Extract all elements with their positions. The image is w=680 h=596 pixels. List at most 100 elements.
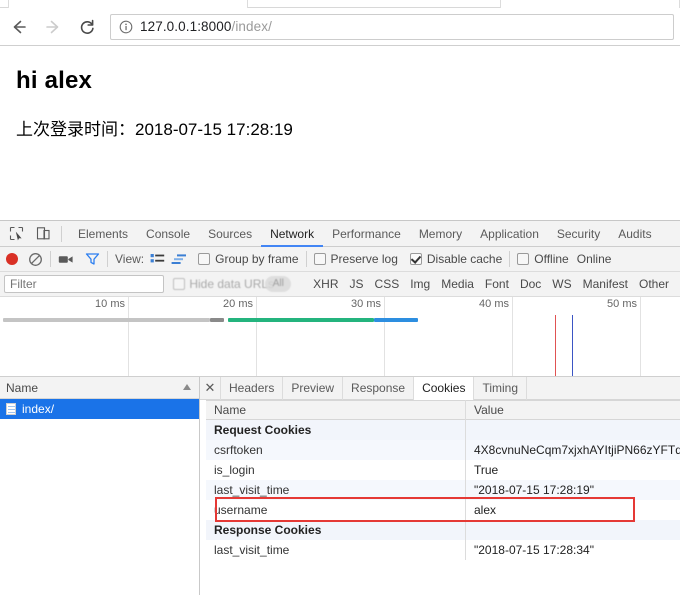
inspect-element-icon <box>9 226 23 241</box>
filter-type-manifest[interactable]: Manifest <box>583 277 628 291</box>
browser-toolbar: 127.0.0.1:8000/index/ <box>0 8 680 46</box>
overview-bar-content-download <box>228 318 374 322</box>
filter-type-ws[interactable]: WS <box>552 277 571 291</box>
reload-icon <box>80 19 94 34</box>
detail-tab-timing[interactable]: Timing <box>473 376 528 400</box>
filter-type-doc[interactable]: Doc <box>520 277 541 291</box>
online-throttle-select[interactable]: Online <box>577 252 612 266</box>
overview-tick-30ms: 30 ms <box>351 297 385 376</box>
overview-tick-50ms: 50 ms <box>607 297 641 376</box>
view-label: View: <box>115 252 145 266</box>
tab-elements[interactable]: Elements <box>69 221 137 247</box>
request-row-index[interactable]: index/ <box>0 399 199 419</box>
forward-button[interactable] <box>38 12 68 42</box>
overview-bar-stalled <box>3 318 210 322</box>
address-bar[interactable]: 127.0.0.1:8000/index/ <box>110 13 674 40</box>
all-filter-button[interactable]: All <box>265 275 292 292</box>
url-path: /index/ <box>231 19 272 34</box>
column-header-name: Name <box>6 380 39 395</box>
table-row[interactable]: last_visit_time "2018-07-15 17:28:34" <box>206 540 680 560</box>
tab-audits[interactable]: Audits <box>609 221 660 247</box>
filter-type-font[interactable]: Font <box>485 277 509 291</box>
tab-performance[interactable]: Performance <box>323 221 410 247</box>
back-button[interactable] <box>4 12 34 42</box>
clear-button[interactable] <box>28 247 43 272</box>
disable-cache-checkbox[interactable]: Disable cache <box>409 247 503 272</box>
detail-tab-preview[interactable]: Preview <box>282 376 342 400</box>
offline-checkbox[interactable]: Offline <box>517 247 569 272</box>
screenshot-root: 127.0.0.1:8000/index/ hi alex 上次登录时间：201… <box>0 0 680 596</box>
cookie-name: Request Cookies <box>206 420 466 440</box>
request-list-header[interactable]: Name <box>0 377 199 399</box>
tab-memory[interactable]: Memory <box>410 221 471 247</box>
filter-type-js[interactable]: JS <box>350 277 364 291</box>
address-bar-text[interactable]: 127.0.0.1:8000/index/ <box>140 19 272 34</box>
cookies-table-header: Name Value <box>206 400 680 420</box>
tab-security[interactable]: Security <box>548 221 609 247</box>
detail-tab-cookies[interactable]: Cookies <box>413 376 474 400</box>
table-row-last-visit-time-request[interactable]: last_visit_time "2018-07-15 17:28:19" <box>206 480 680 500</box>
last-login-text: 上次登录时间：2018-07-15 17:28:19 <box>16 120 293 139</box>
table-row[interactable]: Request Cookies <box>206 420 680 440</box>
filter-input[interactable] <box>4 275 164 293</box>
filter-type-xhr[interactable]: XHR <box>313 277 338 291</box>
cookies-col-name[interactable]: Name <box>206 400 466 420</box>
filter-type-media[interactable]: Media <box>441 277 474 291</box>
filter-type-other[interactable]: Other <box>639 277 669 291</box>
table-row[interactable]: username alex <box>206 500 680 520</box>
browser-tab-ghost-2[interactable] <box>500 0 680 8</box>
filter-type-css[interactable]: CSS <box>375 277 400 291</box>
network-panes: Name index/ ✕ Headers Preview Response C… <box>0 376 680 595</box>
toolbar-divider <box>61 225 62 242</box>
network-overview-timeline[interactable]: 10 ms 20 ms 30 ms 40 ms 50 ms <box>0 297 680 377</box>
group-by-frame-box <box>198 253 211 265</box>
hide-data-urls-label: Hide data URLs <box>189 276 275 291</box>
tab-console[interactable]: Console <box>137 221 199 247</box>
detail-tab-headers[interactable]: Headers <box>220 376 282 400</box>
disable-cache-label: Disable cache <box>426 252 503 266</box>
request-row-label: index/ <box>22 402 55 416</box>
tab-sources[interactable]: Sources <box>199 221 261 247</box>
filter-type-img[interactable]: Img <box>410 277 430 291</box>
sort-ascending-icon[interactable] <box>183 384 191 390</box>
detail-tab-response[interactable]: Response <box>342 376 413 400</box>
info-circle-icon[interactable] <box>119 20 133 34</box>
table-row[interactable]: csrftoken 4X8cvnuNeCqm7xjxhAYItjiPN66zYF… <box>206 440 680 460</box>
cookie-value: 4X8cvnuNeCqm7xjxhAYItjiPN66zYFTq1E <box>474 443 680 457</box>
table-row[interactable]: is_login True <box>206 460 680 480</box>
tab-application[interactable]: Application <box>471 221 548 247</box>
cookies-col-value[interactable]: Value <box>466 400 680 420</box>
view-waterfall-button[interactable] <box>171 247 188 272</box>
camera-icon <box>58 255 73 263</box>
waterfall-view-icon <box>171 253 187 264</box>
table-row[interactable]: Response Cookies <box>206 520 680 540</box>
cookie-name: is_login <box>206 460 466 480</box>
hide-data-urls-control[interactable]: Hide data URLs All <box>173 272 313 297</box>
page-viewport: hi alex 上次登录时间：2018-07-15 17:28:19 <box>0 47 680 220</box>
clear-network-log-icon <box>29 252 42 266</box>
inspect-element-button[interactable] <box>5 224 27 244</box>
group-by-frame-checkbox[interactable]: Group by frame <box>198 247 299 272</box>
close-icon[interactable]: ✕ <box>200 380 220 396</box>
cookies-table: Name Value Request Cookies csrftoken 4X8… <box>206 400 680 595</box>
device-toolbar-button[interactable] <box>32 224 54 244</box>
browser-tab-ghost[interactable] <box>8 0 248 8</box>
tab-network[interactable]: Network <box>261 221 323 247</box>
record-stop-icon <box>6 253 18 265</box>
cookie-name: username <box>206 500 466 520</box>
record-button[interactable] <box>6 247 18 272</box>
filter-toggle-button[interactable] <box>85 247 100 272</box>
preserve-log-box <box>313 253 326 265</box>
overview-tick-10ms: 10 ms <box>95 297 129 376</box>
toolbar-divider-2 <box>50 251 51 267</box>
forward-arrow-icon <box>46 20 59 33</box>
cookie-value: "2018-07-15 17:28:34" <box>474 543 594 557</box>
group-by-frame-label: Group by frame <box>215 252 299 266</box>
screenshot-button[interactable] <box>58 247 75 272</box>
cookie-name: csrftoken <box>206 440 466 460</box>
view-list-button[interactable] <box>150 247 165 272</box>
hide-data-urls-box <box>173 277 186 290</box>
preserve-log-checkbox[interactable]: Preserve log <box>313 247 398 272</box>
cookie-value <box>466 420 680 440</box>
reload-button[interactable] <box>72 12 102 42</box>
